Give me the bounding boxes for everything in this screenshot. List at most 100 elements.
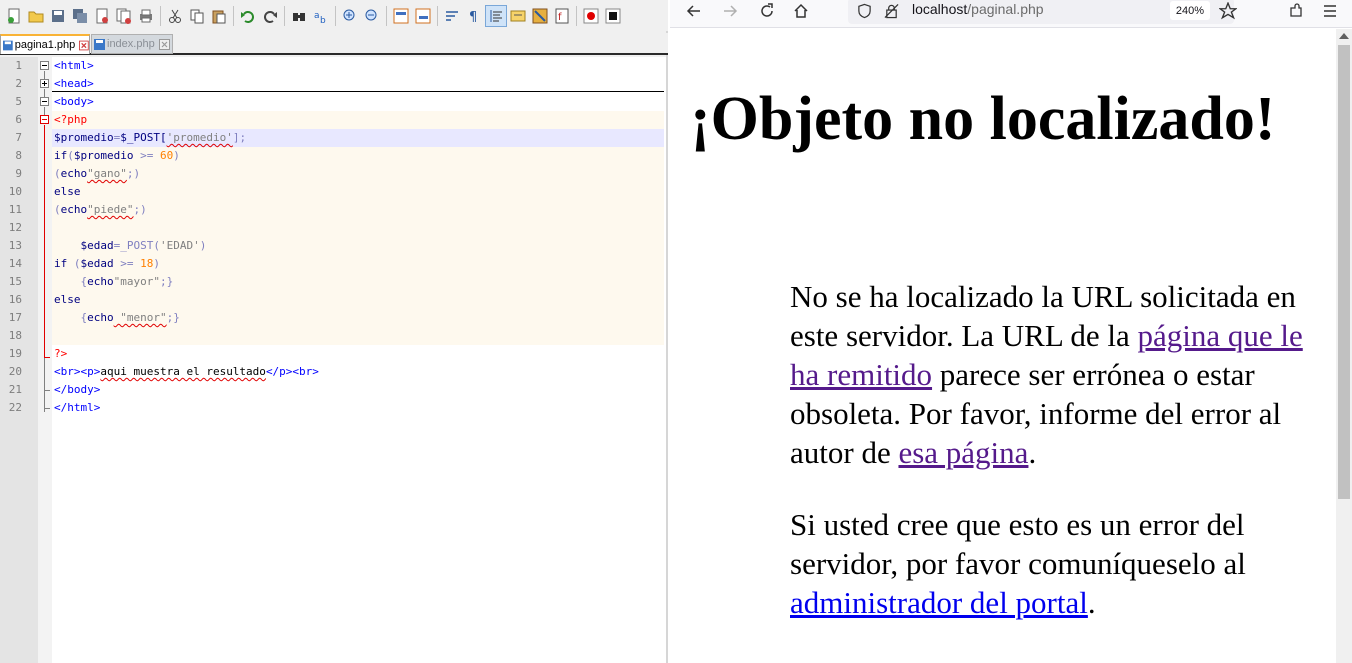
file-saved-icon xyxy=(3,40,13,50)
code-line: {echo"mayor";} xyxy=(54,275,174,288)
fold-end xyxy=(44,408,50,409)
line-number: 5 xyxy=(15,95,22,108)
code-editor[interactable]: 1 2 5 6 7 8 9 10 11 12 13 14 15 16 17 18… xyxy=(0,57,666,663)
toolbar-separator xyxy=(233,5,234,26)
close-icon[interactable] xyxy=(158,38,170,50)
line-number: 6 xyxy=(15,113,22,126)
referrer-author-link[interactable]: esa página xyxy=(898,435,1028,470)
url-text[interactable]: localhost/paginal.php xyxy=(912,1,1044,17)
code-line: <body> xyxy=(54,95,94,108)
open-file-icon[interactable] xyxy=(25,5,47,27)
close-all-icon[interactable] xyxy=(113,5,135,27)
toolbar-separator xyxy=(576,5,577,26)
toolbar-separator xyxy=(284,5,285,26)
new-file-icon[interactable] xyxy=(3,5,25,27)
toolbar-separator xyxy=(386,5,387,26)
sync-vertical-icon[interactable] xyxy=(390,5,412,27)
svg-text:a: a xyxy=(314,11,320,21)
tab-index[interactable]: index.php xyxy=(91,34,173,54)
tab-pagina1[interactable]: pagina1.php xyxy=(0,34,90,54)
code-line: $promedio=$_POST['promedio']; xyxy=(54,131,247,144)
code-line: </html> xyxy=(54,401,101,414)
line-number: 7 xyxy=(15,131,22,144)
code-line: ?> xyxy=(54,347,68,360)
editor-toolbar: ab ¶ f xyxy=(0,0,668,31)
line-number: 9 xyxy=(15,167,22,180)
firefox-window: localhost/paginal.php 240% ¡Objeto no lo… xyxy=(670,0,1352,663)
line-number: 11 xyxy=(8,203,22,216)
scroll-up-arrow-icon[interactable] xyxy=(1339,33,1349,39)
save-all-icon[interactable] xyxy=(69,5,91,27)
code-line: <head> xyxy=(54,77,94,90)
close-icon[interactable] xyxy=(79,40,89,51)
undo-icon[interactable] xyxy=(237,5,259,27)
fold-line xyxy=(44,391,45,409)
line-number: 13 xyxy=(8,239,22,252)
scrollbar-thumb[interactable] xyxy=(1338,45,1350,499)
zoom-level-badge[interactable]: 240% xyxy=(1170,1,1210,20)
line-number: 18 xyxy=(8,329,22,342)
browser-toolbar: localhost/paginal.php 240% xyxy=(670,0,1352,28)
find-icon[interactable] xyxy=(288,5,310,27)
line-number: 16 xyxy=(8,293,22,306)
redo-icon[interactable] xyxy=(259,5,281,27)
line-number: 12 xyxy=(8,221,22,234)
line-number: 22 xyxy=(8,401,22,414)
svg-text:f: f xyxy=(558,12,562,23)
portal-admin-link[interactable]: administrador del portal xyxy=(790,585,1088,620)
reload-icon[interactable] xyxy=(755,0,779,22)
code-line: <?php xyxy=(54,113,88,126)
line-number: 10 xyxy=(8,185,22,198)
unfold-toggle-icon[interactable] xyxy=(40,79,49,88)
url-bar[interactable]: localhost/paginal.php 240% xyxy=(848,0,1237,24)
code-line: else xyxy=(54,185,81,198)
code-line: if ($edad >= 18) xyxy=(54,257,160,270)
line-number: 21 xyxy=(8,383,22,396)
function-list-icon[interactable]: f xyxy=(551,5,573,27)
close-file-icon[interactable] xyxy=(91,5,113,27)
doc-map-icon[interactable] xyxy=(529,5,551,27)
menu-icon[interactable] xyxy=(1318,0,1342,22)
fold-toggle-icon[interactable] xyxy=(40,61,49,70)
page-content: ¡Objeto no localizado! No se ha localiza… xyxy=(670,29,1336,663)
zoom-in-icon[interactable] xyxy=(339,5,361,27)
cut-icon[interactable] xyxy=(164,5,186,27)
page-title: ¡Objeto no localizado! xyxy=(690,85,1276,153)
code-line: else xyxy=(54,293,81,306)
home-icon[interactable] xyxy=(789,0,813,22)
replace-icon[interactable]: ab xyxy=(310,5,332,27)
code-line: {echo "menor";} xyxy=(54,311,180,324)
word-wrap-icon[interactable] xyxy=(441,5,463,27)
svg-text:¶: ¶ xyxy=(469,10,477,24)
code-line: <br><p>aqui muestra el resultado</p><br> xyxy=(54,365,319,378)
bookmark-star-icon[interactable] xyxy=(1219,2,1237,20)
line-number: 2 xyxy=(15,77,22,90)
paste-icon[interactable] xyxy=(208,5,230,27)
line-number: 20 xyxy=(8,365,22,378)
shield-icon[interactable] xyxy=(857,3,872,19)
vertical-scrollbar[interactable] xyxy=(1336,29,1352,663)
folded-line-marker xyxy=(52,91,664,92)
indent-guide-icon[interactable] xyxy=(485,4,507,27)
fold-line xyxy=(44,125,45,358)
show-all-chars-icon[interactable]: ¶ xyxy=(463,5,485,27)
record-macro-icon[interactable] xyxy=(580,5,602,27)
sync-horizontal-icon[interactable] xyxy=(412,5,434,27)
lock-icon[interactable] xyxy=(884,3,899,19)
line-number: 17 xyxy=(8,311,22,324)
stop-macro-icon[interactable] xyxy=(602,5,624,27)
save-icon[interactable] xyxy=(47,5,69,27)
fold-toggle-icon[interactable] xyxy=(40,97,49,106)
print-icon[interactable] xyxy=(135,5,157,27)
extensions-icon[interactable] xyxy=(1284,0,1308,22)
language-icon[interactable] xyxy=(507,5,529,27)
editor-tab-bar: pagina1.php index.php xyxy=(0,33,668,55)
code-line: (echo"piede";) xyxy=(54,203,147,216)
zoom-out-icon[interactable] xyxy=(361,5,383,27)
back-arrow-icon[interactable] xyxy=(682,0,706,22)
fold-toggle-icon[interactable] xyxy=(40,115,49,124)
copy-icon[interactable] xyxy=(186,5,208,27)
code-line: </body> xyxy=(54,383,101,396)
fold-margin xyxy=(38,57,52,663)
forward-arrow-icon[interactable] xyxy=(718,0,742,22)
